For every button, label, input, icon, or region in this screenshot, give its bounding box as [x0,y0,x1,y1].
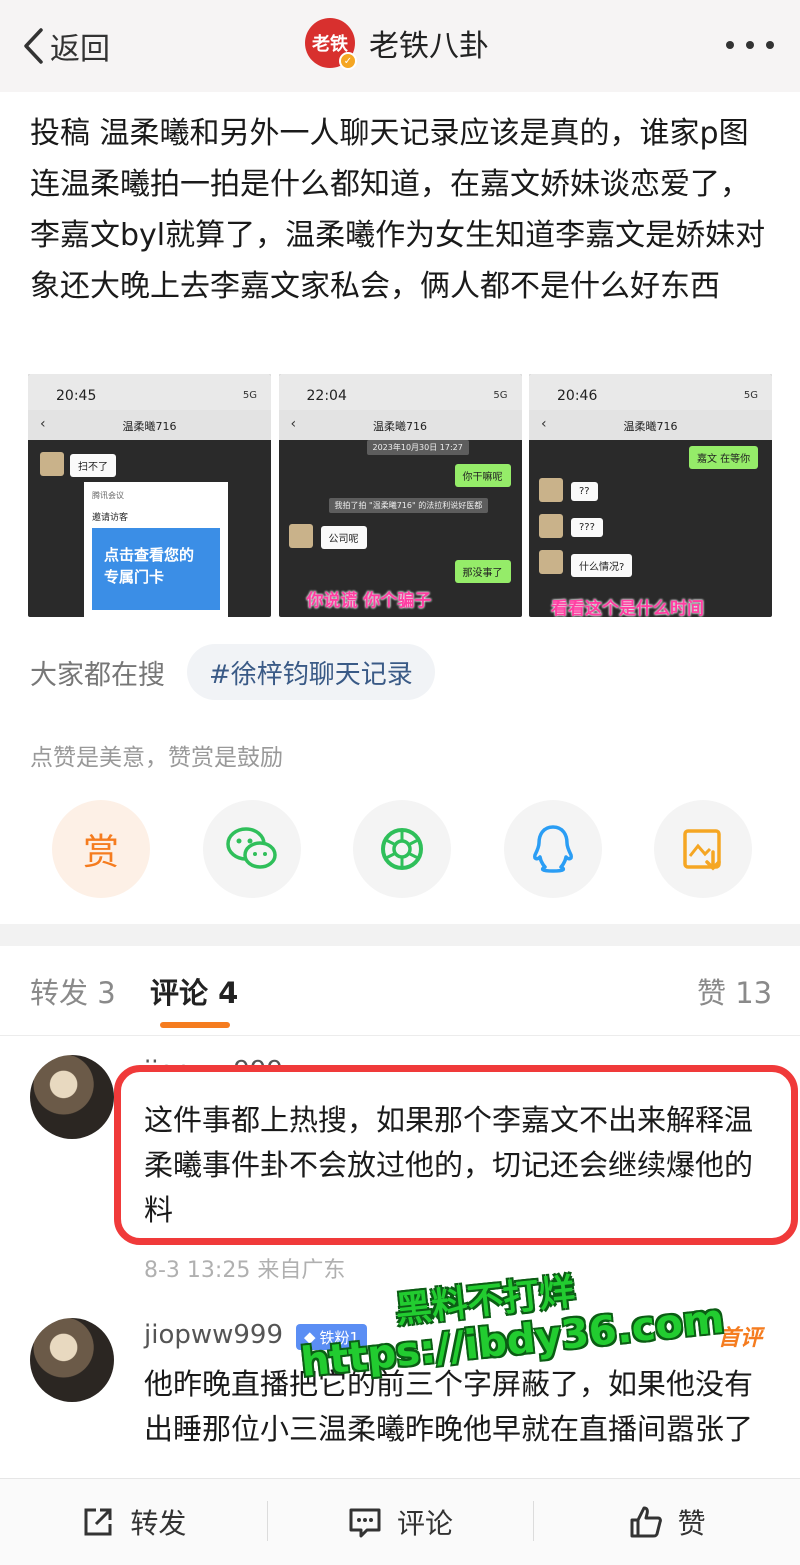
avatar [40,452,64,476]
overlay-caption: 你说谎 你个骗子 [306,591,432,611]
trending-label: 大家都在搜 [30,659,165,691]
avatar [288,524,313,548]
comment-meta: 8-3 13:25 来自广东 [144,1258,346,1283]
chat-bubble: ??? [571,518,603,537]
post-image-1[interactable]: 20:45 5G ‹ 温柔曦716 扫不了 腾讯会议 邀请访客 点击查看您的专属门卡 [28,374,271,617]
chat-contact: 温柔曦716 [623,420,678,433]
reward-button[interactable]: 赏 [52,800,150,898]
avatar[interactable] [30,1055,114,1139]
signal-text: 5G [743,390,758,401]
card-body: 点击查看您的专属门卡 [92,528,220,610]
avatar [539,478,563,502]
status-time: 22:04 [306,388,347,404]
chat-contact: 温柔曦716 [122,420,177,433]
section-divider [0,924,800,946]
signal-text: 5G [493,390,508,401]
repost-label: 转发 [130,1507,187,1540]
active-tab-indicator [160,1022,230,1028]
post-text: 投稿 温柔曦和另外一人聊天记录应该是真的，谁家p图连温柔曦拍一拍是什么都知道，在… [30,116,766,304]
back-label: 返回 [50,32,110,67]
back-button[interactable]: 返回 [22,24,110,68]
tab-likes[interactable]: 赞 13 [697,970,772,1012]
card-head: 腾讯会议 [92,491,124,500]
trending-tag[interactable]: #徐梓钧聊天记录 [187,644,435,700]
tab-repost[interactable]: 转发 3 [30,970,116,1012]
card-sub: 邀请访客 [92,513,129,523]
repost-button[interactable]: 转发 [0,1479,267,1565]
chat-bubble: 那没事了 [454,560,511,583]
account-name[interactable]: 老铁八卦 [369,21,489,65]
like-button[interactable]: 赞 [533,1479,800,1565]
thumbs-up-icon [630,1506,662,1538]
comment-label: 评论 [397,1507,454,1540]
reward-caption: 点赞是美意，赞赏是鼓励 [30,745,283,771]
overlay-caption: 看看这个是什么时间 [551,599,704,617]
avatar [539,550,563,574]
comment-text: 这件事都上热搜，如果那个李嘉文不出来解释温柔曦事件卦不会放过他的，切记还会继续爆… [144,1103,754,1227]
qq-icon [532,825,573,873]
comment-icon [349,1508,381,1538]
moments-icon [381,828,423,870]
chevron-left-icon [24,28,43,64]
like-label: 赞 [677,1507,706,1540]
tab-comments[interactable]: 评论 4 [150,970,238,1012]
share-row: 赏 [52,800,752,898]
date-stamp: 2023年10月30日 17:27 [366,440,469,455]
chat-contact: 温柔曦716 [373,420,427,433]
top-bar: 返回 老铁 ✓ 老铁八卦 [0,0,800,92]
share-moments-button[interactable] [353,800,451,898]
avatar[interactable] [30,1318,114,1402]
account-avatar[interactable]: 老铁 ✓ [305,18,357,70]
post-image-2[interactable]: 22:04 5G ‹ 温柔曦716 2023年10月30日 17:27 你干嘛呢 我… [278,374,522,617]
bottom-action-bar: 转发 评论 赞 [0,1478,800,1565]
post-image-3[interactable]: 20:46 5G ‹ 温柔曦716 嘉文 在等你 ?? ??? 什么情况? 看看这个… [529,374,772,617]
wechat-icon [225,827,277,869]
signal-text: 5G [242,390,257,401]
chat-bubble: ?? [571,482,598,501]
avatar [539,514,563,538]
status-time: 20:46 [557,388,598,404]
chat-bubble: 嘉文 在等你 [689,446,759,469]
system-note: 我拍了拍 "温柔曦716" 的法拉利说好医都 [328,498,489,513]
repost-icon [84,1508,112,1536]
share-wechat-button[interactable] [202,800,301,898]
save-image-button[interactable] [654,800,752,898]
avatar-text: 老铁 [312,34,348,55]
comment-button[interactable]: 评论 [266,1479,534,1565]
more-options-icon[interactable] [726,30,774,60]
share-qq-button[interactable] [503,800,602,898]
chat-bubble: 扫不了 [70,454,116,477]
comment-text: 他昨晚直播把它的前三个字屏蔽了，如果他没有出睡那位小三温柔曦昨晚他早就在直播间嚣… [144,1367,754,1446]
comment-username[interactable]: jiopww999 [144,1320,283,1350]
status-time: 20:45 [56,388,97,404]
verified-icon: ✓ [339,52,357,70]
chat-bubble: 你干嘛呢 [454,464,511,487]
reward-label: 赏 [82,832,119,873]
account-header[interactable]: 老铁 ✓ 老铁八卦 [305,18,489,70]
chat-bubble: 什么情况? [571,554,633,577]
save-image-icon [683,829,721,871]
shared-card: 腾讯会议 邀请访客 点击查看您的专属门卡 [84,482,228,617]
post-images: 20:45 5G ‹ 温柔曦716 扫不了 腾讯会议 邀请访客 点击查看您的专属门卡… [28,374,772,617]
chat-bubble: 公司呢 [320,526,367,549]
trending-search-row: 大家都在搜 #徐梓钧聊天记录 [30,644,435,700]
interaction-tabs: 转发 3 评论 4 赞 13 [0,946,800,1036]
